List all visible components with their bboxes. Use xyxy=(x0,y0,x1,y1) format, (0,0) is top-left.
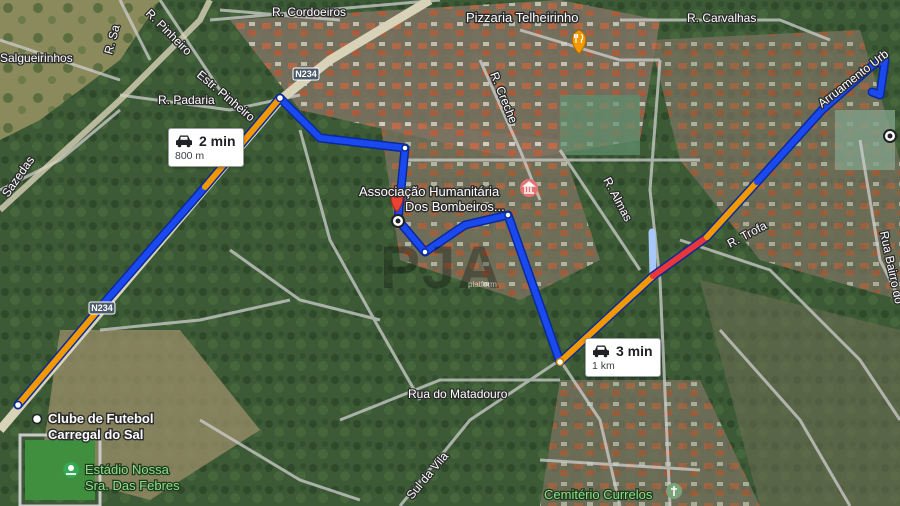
route-waypoint[interactable] xyxy=(504,211,512,219)
street-label: R. Cordoeiros xyxy=(272,5,346,19)
stadium-icon[interactable] xyxy=(63,462,79,478)
origin-marker[interactable] xyxy=(391,214,405,228)
building-icon[interactable] xyxy=(520,179,538,197)
car-icon xyxy=(176,135,192,148)
destination-marker[interactable] xyxy=(883,129,897,143)
svg-text:N234: N234 xyxy=(295,69,317,79)
route-distance: 1 km xyxy=(592,360,615,372)
route-waypoint[interactable] xyxy=(401,144,409,152)
poi-label-pizzaria[interactable]: Pizzaria Telheirinho xyxy=(465,9,580,27)
route-time: 3 min xyxy=(616,343,653,359)
watermark-sub: platform xyxy=(468,280,497,289)
route-waypoint[interactable] xyxy=(555,357,565,367)
poi-label-associacao[interactable]: Associação Humanitária xyxy=(358,183,502,201)
garden-area xyxy=(560,95,640,155)
route-info-bubble[interactable]: 2 min 800 m xyxy=(168,128,244,167)
cemetery-icon[interactable] xyxy=(666,483,682,499)
poi-label-associacao-line2[interactable]: Dos Bombeiros... xyxy=(404,198,507,216)
route-time: 2 min xyxy=(199,133,236,149)
road-shield-n234: N234 xyxy=(292,67,320,81)
poi-label-cemiterio[interactable]: Cemitério Currelos xyxy=(543,486,654,504)
poi-label-estadio[interactable]: Estádio Nossa xyxy=(84,461,171,479)
map-canvas[interactable]: N234 N234 R. Cordoeiros R. Carvalhas Sal… xyxy=(0,0,900,506)
street-label: R. Carvalhas xyxy=(687,11,756,25)
poi-label-clube-line2[interactable]: Carregal do Sal xyxy=(47,426,145,444)
poi-dot[interactable] xyxy=(31,413,43,425)
street-label: Rua do Matadouro xyxy=(408,387,508,401)
route-distance: 800 m xyxy=(175,150,205,162)
route-start[interactable] xyxy=(13,400,23,410)
svg-text:N234: N234 xyxy=(91,303,113,313)
poi-label-estadio-line2[interactable]: Sra. Das Febres xyxy=(84,477,182,495)
poi-label-clube[interactable]: Clube de Futebol xyxy=(47,410,155,428)
watermark-logo: PJA xyxy=(380,234,503,301)
street-label: R. Padaria xyxy=(158,93,215,107)
road-shield-n234: N234 xyxy=(88,301,116,315)
street-label: Salgueirinhos xyxy=(0,51,73,65)
route-alternate[interactable] xyxy=(648,228,657,280)
car-icon xyxy=(593,345,609,358)
route-waypoint[interactable] xyxy=(275,93,285,103)
route-info-bubble[interactable]: 3 min 1 km xyxy=(585,338,661,377)
